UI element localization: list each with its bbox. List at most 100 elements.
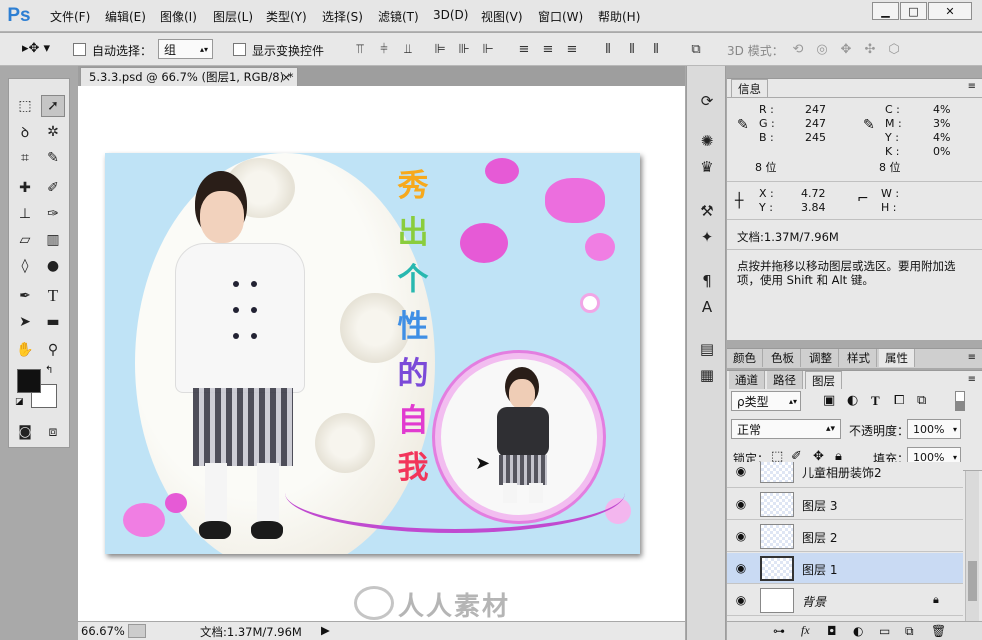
magic-wand-icon[interactable]: ✲ bbox=[41, 121, 65, 143]
eye-icon[interactable]: ◉ bbox=[733, 593, 749, 607]
gradient-tool-icon[interactable]: ▥ bbox=[41, 229, 65, 251]
filter-toggle-switch[interactable] bbox=[955, 391, 965, 411]
healing-brush-icon[interactable]: ✚ bbox=[13, 177, 37, 199]
brush-tool-icon[interactable]: ✐ bbox=[41, 177, 65, 199]
align-hcenter-icon[interactable]: ⊪ bbox=[454, 39, 474, 59]
artwork[interactable]: 秀出个性的自我 ➤ bbox=[105, 153, 640, 554]
menu-file[interactable]: 文件(F) bbox=[50, 8, 90, 25]
opacity-input[interactable]: 100% ▾ bbox=[907, 419, 961, 439]
3d-scale-icon[interactable]: ⬡ bbox=[884, 39, 904, 59]
layer-row-selected[interactable]: ◉ 图层 1 bbox=[727, 553, 963, 584]
tab-close-icon[interactable]: × bbox=[281, 70, 291, 84]
auto-select-dropdown[interactable]: 组 ▴▾ bbox=[158, 39, 213, 59]
distribute-left-icon[interactable]: ⦀ bbox=[598, 39, 618, 59]
link-layers-icon[interactable]: ⊶ bbox=[773, 624, 785, 638]
menu-type[interactable]: 类型(Y) bbox=[266, 8, 307, 25]
align-vcenter-icon[interactable]: ⫩ bbox=[374, 39, 394, 59]
new-layer-icon[interactable]: ⧉ bbox=[905, 624, 914, 639]
distribute-top-icon[interactable]: ≡ bbox=[514, 39, 534, 59]
menu-select[interactable]: 选择(S) bbox=[322, 8, 363, 25]
auto-select-checkbox[interactable] bbox=[73, 43, 86, 56]
minimize-button[interactable]: ▁ bbox=[872, 2, 899, 20]
layers-scrollbar[interactable] bbox=[965, 471, 979, 621]
eyedropper-icon[interactable]: ✎ bbox=[41, 147, 65, 169]
filter-shape-icon[interactable]: ⧠ bbox=[894, 393, 904, 408]
lasso-tool-icon[interactable]: ꝺ bbox=[13, 121, 37, 143]
layer-row[interactable]: ◉ 图层 2 bbox=[727, 521, 963, 552]
history-panel-icon[interactable]: ⟳ bbox=[695, 90, 719, 112]
scrollbar-thumb[interactable] bbox=[968, 561, 977, 601]
paragraph-panel-icon[interactable]: ¶ bbox=[695, 270, 719, 292]
menu-window[interactable]: 窗口(W) bbox=[538, 8, 583, 25]
clone-stamp-icon[interactable]: ⊥ bbox=[13, 203, 37, 225]
tab-styles[interactable]: 样式 bbox=[841, 349, 877, 367]
brush-presets-icon[interactable]: ♛ bbox=[695, 156, 719, 178]
menu-edit[interactable]: 编辑(E) bbox=[105, 8, 146, 25]
crop-tool-icon[interactable]: ⌗ bbox=[13, 147, 37, 169]
align-bottom-icon[interactable]: ⫫ bbox=[398, 39, 418, 59]
menu-help[interactable]: 帮助(H) bbox=[598, 8, 640, 25]
layer-row[interactable]: ◉ 背景 🔒︎ bbox=[727, 585, 963, 616]
document-tab[interactable]: 5.3.3.psd @ 66.7% (图层1, RGB/8) * × bbox=[80, 67, 298, 86]
eye-icon[interactable]: ◉ bbox=[733, 529, 749, 543]
actions-panel-icon[interactable]: ✺ bbox=[695, 130, 719, 152]
tab-info[interactable]: 信息 bbox=[731, 79, 768, 97]
filter-type-icon[interactable]: T bbox=[871, 393, 880, 409]
brush-panel-icon[interactable]: ✦ bbox=[695, 226, 719, 248]
status-arrow-icon[interactable]: ▶ bbox=[321, 623, 330, 637]
blur-tool-icon[interactable]: ◊ bbox=[13, 255, 37, 277]
align-right-icon[interactable]: ⊩ bbox=[478, 39, 498, 59]
dodge-tool-icon[interactable]: ● bbox=[41, 255, 65, 277]
tab-adjustments[interactable]: 调整 bbox=[803, 349, 839, 367]
restore-button[interactable]: □ bbox=[900, 2, 927, 20]
add-mask-icon[interactable]: ◘ bbox=[827, 624, 837, 638]
align-top-icon[interactable]: ⫪ bbox=[350, 39, 370, 59]
3d-slide-icon[interactable]: ✣ bbox=[860, 39, 880, 59]
history-brush-icon[interactable]: ✑ bbox=[41, 203, 65, 225]
pen-tool-icon[interactable]: ✒ bbox=[13, 285, 37, 307]
default-colors-icon[interactable]: ◪ bbox=[15, 397, 24, 407]
3d-roll-icon[interactable]: ◎ bbox=[812, 39, 832, 59]
filter-smart-object-icon[interactable]: ⧉ bbox=[917, 393, 926, 408]
tab-paths[interactable]: 路径 bbox=[767, 371, 803, 389]
eye-icon[interactable]: ◉ bbox=[733, 464, 749, 478]
show-transform-checkbox[interactable] bbox=[233, 43, 246, 56]
quick-mask-icon[interactable]: ◙ bbox=[13, 421, 37, 443]
eye-icon[interactable]: ◉ bbox=[733, 497, 749, 511]
3d-pan-icon[interactable]: ✥ bbox=[836, 39, 856, 59]
new-adjustment-icon[interactable]: ◐ bbox=[853, 624, 863, 638]
panel-menu-icon[interactable]: ≡ bbox=[968, 374, 976, 385]
close-button[interactable]: ✕ bbox=[928, 2, 972, 20]
menu-layer[interactable]: 图层(L) bbox=[213, 8, 253, 25]
layer-row[interactable]: ◉ 图层 3 bbox=[727, 489, 963, 520]
swap-colors-icon[interactable]: ↰ bbox=[45, 365, 53, 376]
tab-layers[interactable]: 图层 bbox=[805, 371, 842, 389]
foreground-color-front[interactable] bbox=[17, 369, 41, 393]
fx-icon[interactable]: fx bbox=[801, 623, 810, 638]
distribute-hcenter-icon[interactable]: ⦀ bbox=[622, 39, 642, 59]
notes-panel-icon[interactable]: ▤ bbox=[695, 338, 719, 360]
zoom-level[interactable]: 66.67% bbox=[81, 624, 125, 638]
zoom-tool-icon[interactable]: ⚲ bbox=[41, 339, 65, 361]
auto-align-icon[interactable]: ⧉ bbox=[686, 39, 706, 59]
path-selection-icon[interactable]: ➤ bbox=[13, 311, 37, 333]
menu-3d[interactable]: 3D(D) bbox=[433, 8, 468, 22]
distribute-right-icon[interactable]: ⦀ bbox=[646, 39, 666, 59]
properties-panel-icon[interactable]: ▦ bbox=[695, 364, 719, 386]
new-group-icon[interactable]: ▭ bbox=[879, 624, 890, 638]
marquee-tool-icon[interactable]: ⬚ bbox=[13, 95, 37, 117]
eraser-tool-icon[interactable]: ▱ bbox=[13, 229, 37, 251]
type-tool-icon[interactable]: T bbox=[41, 285, 65, 307]
tool-presets-icon[interactable]: ⚒ bbox=[695, 200, 719, 222]
status-menu-icon[interactable] bbox=[128, 624, 146, 638]
eye-icon[interactable]: ◉ bbox=[733, 561, 749, 575]
tab-channels[interactable]: 通道 bbox=[729, 371, 765, 389]
align-left-icon[interactable]: ⊫ bbox=[430, 39, 450, 59]
3d-rotate-icon[interactable]: ⟲ bbox=[788, 39, 808, 59]
menu-view[interactable]: 视图(V) bbox=[481, 8, 523, 25]
distribute-vcenter-icon[interactable]: ≡ bbox=[538, 39, 558, 59]
filter-adjustment-icon[interactable]: ◐ bbox=[847, 393, 858, 408]
character-panel-icon[interactable]: A bbox=[695, 296, 719, 318]
screen-mode-icon[interactable]: ⧈ bbox=[41, 421, 65, 443]
hand-tool-icon[interactable]: ✋ bbox=[13, 339, 37, 361]
